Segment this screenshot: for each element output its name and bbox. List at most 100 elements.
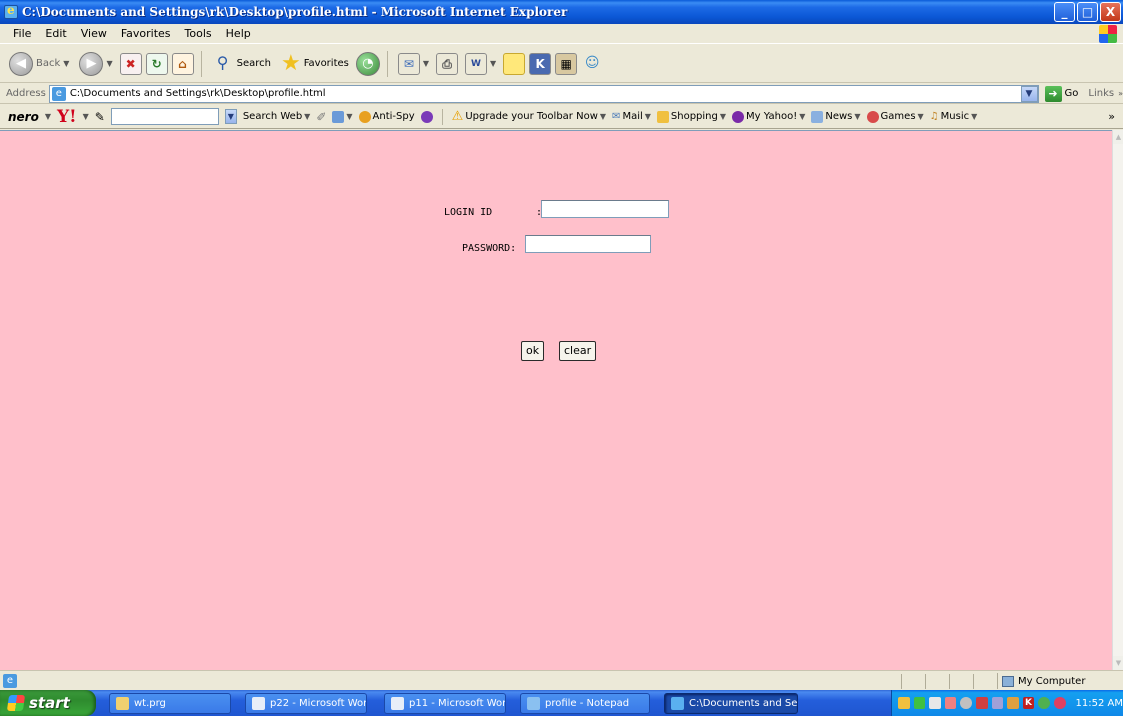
clear-button[interactable]: clear bbox=[559, 341, 597, 361]
messenger-icon[interactable]: ☺ bbox=[581, 53, 603, 75]
menu-view[interactable]: View bbox=[74, 27, 114, 40]
games-icon bbox=[866, 110, 879, 123]
warning-icon: ⚠ bbox=[451, 109, 464, 124]
scroll-up-icon[interactable]: ▲ bbox=[1113, 130, 1123, 144]
back-button[interactable]: ◀ Back ▼ bbox=[6, 49, 72, 79]
print-icon[interactable]: ⎙ bbox=[436, 52, 459, 75]
password-input[interactable] bbox=[525, 235, 651, 253]
yahoo-logo-icon[interactable]: Y! bbox=[57, 107, 77, 127]
task-label: p22 - Microsoft Word bbox=[270, 698, 367, 709]
task-button-notepad[interactable]: profile - Notepad bbox=[520, 693, 650, 714]
task-button-p11-word[interactable]: p11 - Microsoft Word bbox=[384, 693, 506, 714]
back-arrow-icon: ◀ bbox=[9, 51, 33, 76]
games-link[interactable]: Games ▼ bbox=[866, 110, 924, 123]
search-web-button[interactable]: Search Web ▼ bbox=[243, 111, 311, 122]
start-button[interactable]: start bbox=[0, 690, 96, 716]
go-label: Go bbox=[1064, 88, 1079, 99]
security-tray-icon[interactable] bbox=[1053, 697, 1066, 709]
yahoo-search-input[interactable] bbox=[110, 108, 219, 125]
menu-tools[interactable]: Tools bbox=[178, 27, 219, 40]
menu-favorites[interactable]: Favorites bbox=[114, 27, 178, 40]
pencil-circle-icon[interactable] bbox=[420, 110, 433, 123]
anti-spy-icon bbox=[358, 110, 371, 123]
zone-label: My Computer bbox=[1018, 675, 1086, 687]
upgrade-dropdown-icon: ▼ bbox=[599, 112, 607, 121]
kaspersky-tray-icon[interactable]: K bbox=[1022, 697, 1035, 709]
yahoo-dropdown-icon[interactable]: ▼ bbox=[83, 112, 89, 121]
music-link[interactable]: ♫ Music ▼ bbox=[930, 111, 978, 122]
yahoo-toolbar: nero ▼ Y! ▼ ✎ ▼ Search Web ▼ ✐ ▼ Anti-Sp… bbox=[0, 105, 1123, 129]
language-icon[interactable] bbox=[929, 697, 941, 709]
pencil-icon[interactable]: ✎ bbox=[95, 110, 105, 124]
favorites-label: Favorites bbox=[303, 58, 349, 69]
edit-button[interactable]: W ▼ bbox=[462, 49, 499, 79]
login-id-label: LOGIN ID bbox=[444, 207, 493, 218]
links-button[interactable]: Links bbox=[1088, 88, 1114, 99]
messenger-tray-icon[interactable] bbox=[1038, 697, 1050, 709]
shopping-link[interactable]: Shopping ▼ bbox=[656, 110, 726, 123]
nero-dropdown-icon[interactable]: ▼ bbox=[45, 112, 51, 121]
favorites-button[interactable]: ★ Favorites bbox=[278, 49, 352, 79]
menu-help[interactable]: Help bbox=[219, 27, 258, 40]
yahoo-search-dropdown-icon[interactable]: ▼ bbox=[224, 109, 237, 124]
nero-button[interactable]: nero bbox=[8, 110, 39, 124]
news-link[interactable]: News ▼ bbox=[811, 110, 861, 123]
menu-bar: File Edit View Favorites Tools Help bbox=[0, 24, 1123, 44]
task-button-ie[interactable]: C:\Documents and Se... bbox=[664, 693, 798, 714]
highlight-icon[interactable]: ✐ bbox=[316, 110, 326, 124]
title-bar: C:\Documents and Settings\rk\Desktop\pro… bbox=[0, 0, 1123, 24]
menu-file[interactable]: File bbox=[6, 27, 38, 40]
home-icon[interactable]: ⌂ bbox=[171, 52, 194, 75]
address-field[interactable]: e C:\Documents and Settings\rk\Desktop\p… bbox=[48, 84, 1039, 103]
scroll-down-icon[interactable]: ▼ bbox=[1113, 656, 1123, 670]
network-icon[interactable] bbox=[944, 697, 957, 709]
tray-disk-icon[interactable] bbox=[1007, 697, 1019, 709]
menu-edit[interactable]: Edit bbox=[38, 27, 73, 40]
address-dropdown-icon[interactable]: ▼ bbox=[1020, 85, 1038, 102]
mail-button[interactable]: ✉ ▼ bbox=[395, 49, 432, 79]
ok-button[interactable]: ok bbox=[521, 341, 545, 361]
vertical-scrollbar[interactable]: ▲ ▼ bbox=[1112, 130, 1123, 670]
folder-icon bbox=[116, 697, 129, 710]
note-icon[interactable] bbox=[503, 52, 526, 75]
refresh-icon[interactable]: ↻ bbox=[145, 52, 168, 75]
standard-toolbar: ◀ Back ▼ ▶ ▼ ✖ ↻ ⌂ ⚲ Search ★ Favorites … bbox=[0, 45, 1123, 83]
tray-misc-icon[interactable] bbox=[991, 697, 1004, 709]
status-icon[interactable] bbox=[960, 697, 972, 709]
links-chevron-icon[interactable]: » bbox=[1118, 89, 1123, 98]
toolbar-divider bbox=[386, 50, 388, 77]
toolbar-chevron-icon[interactable]: » bbox=[1108, 110, 1115, 123]
signal-icon[interactable] bbox=[913, 697, 926, 709]
upgrade-toolbar-button[interactable]: ⚠ Upgrade your Toolbar Now ▼ bbox=[452, 109, 606, 124]
address-input[interactable]: C:\Documents and Settings\rk\Desktop\pro… bbox=[70, 88, 1021, 99]
start-label: start bbox=[29, 694, 70, 712]
my-yahoo-icon bbox=[732, 110, 745, 123]
login-id-input[interactable] bbox=[541, 200, 669, 218]
stop-icon[interactable]: ✖ bbox=[119, 52, 142, 75]
popup-blocker-button[interactable]: ▼ bbox=[332, 110, 353, 123]
page-icon: e bbox=[51, 86, 66, 101]
task-button-p22-word[interactable]: p22 - Microsoft Word bbox=[245, 693, 367, 714]
forward-button[interactable]: ▶ ▼ bbox=[76, 49, 115, 79]
tray-app-icon[interactable] bbox=[898, 697, 910, 709]
history-icon[interactable]: ◔ bbox=[355, 51, 380, 76]
go-button[interactable]: ➜ Go bbox=[1044, 85, 1079, 102]
my-yahoo-dropdown-icon: ▼ bbox=[799, 112, 806, 121]
search-button[interactable]: ⚲ Search bbox=[209, 49, 274, 79]
minimize-button[interactable]: _ bbox=[1054, 2, 1075, 22]
antivirus-icon[interactable] bbox=[975, 697, 988, 709]
window-title: C:\Documents and Settings\rk\Desktop\pro… bbox=[22, 5, 568, 19]
maximize-button[interactable]: □ bbox=[1077, 2, 1098, 22]
taskbar: start wt.prg p22 - Microsoft Word p11 - … bbox=[0, 690, 1123, 716]
task-button-wt-prg[interactable]: wt.prg bbox=[109, 693, 231, 714]
research-icon[interactable]: ▦ bbox=[555, 52, 578, 75]
back-label: Back bbox=[36, 58, 61, 69]
mail-link[interactable]: ✉ Mail ▼ bbox=[612, 111, 651, 122]
close-button[interactable]: X bbox=[1100, 2, 1121, 22]
go-arrow-icon: ➜ bbox=[1044, 85, 1062, 102]
anti-spy-button[interactable]: Anti-Spy bbox=[358, 110, 415, 123]
kaspersky-icon[interactable]: K bbox=[529, 52, 552, 75]
music-dropdown-icon: ▼ bbox=[971, 112, 978, 121]
my-yahoo-link[interactable]: My Yahoo! ▼ bbox=[732, 110, 806, 123]
security-zone: My Computer bbox=[997, 673, 1085, 689]
